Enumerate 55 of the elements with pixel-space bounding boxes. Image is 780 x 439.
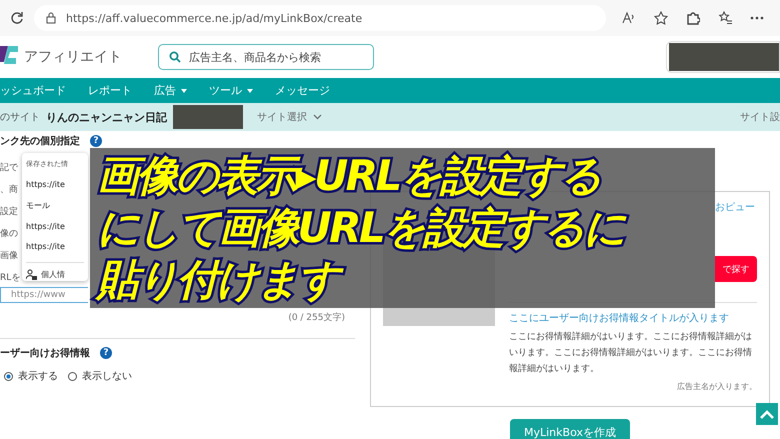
nav-item[interactable]: ツール <box>209 83 253 98</box>
address-bar[interactable]: https://aff.valuecommerce.ne.jp/ad/myLinkBox/create <box>34 5 606 31</box>
advertiser-name: 広告主名が入ります。 <box>677 381 757 392</box>
nav-item[interactable]: メッセージ <box>275 83 330 98</box>
form-text: 、商 <box>0 184 19 196</box>
site-label: のサイト <box>0 111 40 124</box>
info-detail: ここにお得情報詳細がはいります。ここにお得情報詳細がはいります。ここにお得情報詳細がはいります。ここにお得情報詳細がはいります。 <box>509 330 753 376</box>
brand-name: アフィリエイト <box>24 48 122 66</box>
radio-label[interactable]: 表示する <box>18 369 58 383</box>
info-title-link[interactable]: ここにユーザー向けお得情報タイトルが入ります <box>509 311 757 325</box>
help-icon[interactable]: ? <box>100 347 112 359</box>
suggestion-item[interactable]: モール <box>26 200 84 211</box>
radio-button[interactable] <box>68 372 77 380</box>
star-icon[interactable] <box>654 11 668 25</box>
suggestion-item[interactable]: https://ite <box>26 222 84 231</box>
nav-item[interactable]: レポート <box>88 83 132 98</box>
read-aloud-icon[interactable] <box>622 11 636 25</box>
site-select[interactable]: サイト選択 <box>257 110 307 124</box>
more-icon[interactable] <box>750 16 764 20</box>
person-icon <box>26 269 37 280</box>
form-text: RLを <box>0 272 22 284</box>
char-counter: (0 / 255文字) <box>288 312 345 324</box>
caption-text: 貼り付けます <box>94 254 348 306</box>
chevron-down-icon[interactable] <box>313 114 322 120</box>
search-field[interactable]: 広告主名、商品名から検索 <box>158 44 374 70</box>
redacted-block <box>173 105 243 129</box>
caption-text: にして画像URLを設定するに <box>96 202 626 254</box>
suggestion-item[interactable]: https://ite <box>26 242 84 251</box>
section-heading: ンク先の個別指定 <box>0 134 80 148</box>
chevron-up-icon <box>760 409 774 419</box>
radio-button[interactable] <box>4 372 13 380</box>
scroll-top-button[interactable] <box>756 403 778 425</box>
help-icon[interactable]: ? <box>90 135 102 147</box>
form-text: 記で <box>0 162 19 174</box>
shop-button[interactable]: で探す <box>715 256 757 282</box>
nav-item[interactable]: ッシュボード <box>0 83 66 98</box>
suggestion-item[interactable]: https://ite <box>26 180 84 189</box>
url-text: https://aff.valuecommerce.ne.jp/ad/myLinkBox/create <box>66 12 362 24</box>
url-input[interactable]: https://www <box>0 287 88 303</box>
form-text: 像の <box>0 228 19 240</box>
create-button[interactable]: MyLinkBoxを作成 <box>510 419 630 439</box>
reload-icon[interactable] <box>10 11 24 25</box>
puzzle-icon[interactable] <box>686 11 700 25</box>
radio-label[interactable]: 表示しない <box>82 369 132 383</box>
section-heading: ーザー向けお得情報 <box>0 346 90 360</box>
nav-item[interactable]: 広告 <box>154 83 187 98</box>
site-settings-link[interactable]: サイト設 <box>740 110 780 124</box>
favorites-icon[interactable] <box>718 11 732 25</box>
popup-footer[interactable]: 個人情 <box>41 269 65 280</box>
form-text: 設定 <box>0 206 19 218</box>
product-title: おピュー <box>715 201 755 214</box>
lock-icon <box>46 12 56 24</box>
site-name: りんのニャンニャン日記 <box>46 110 167 124</box>
caption-text: 画像の表示▸URLを設定する <box>96 150 602 202</box>
form-text: 画像 <box>0 250 19 262</box>
